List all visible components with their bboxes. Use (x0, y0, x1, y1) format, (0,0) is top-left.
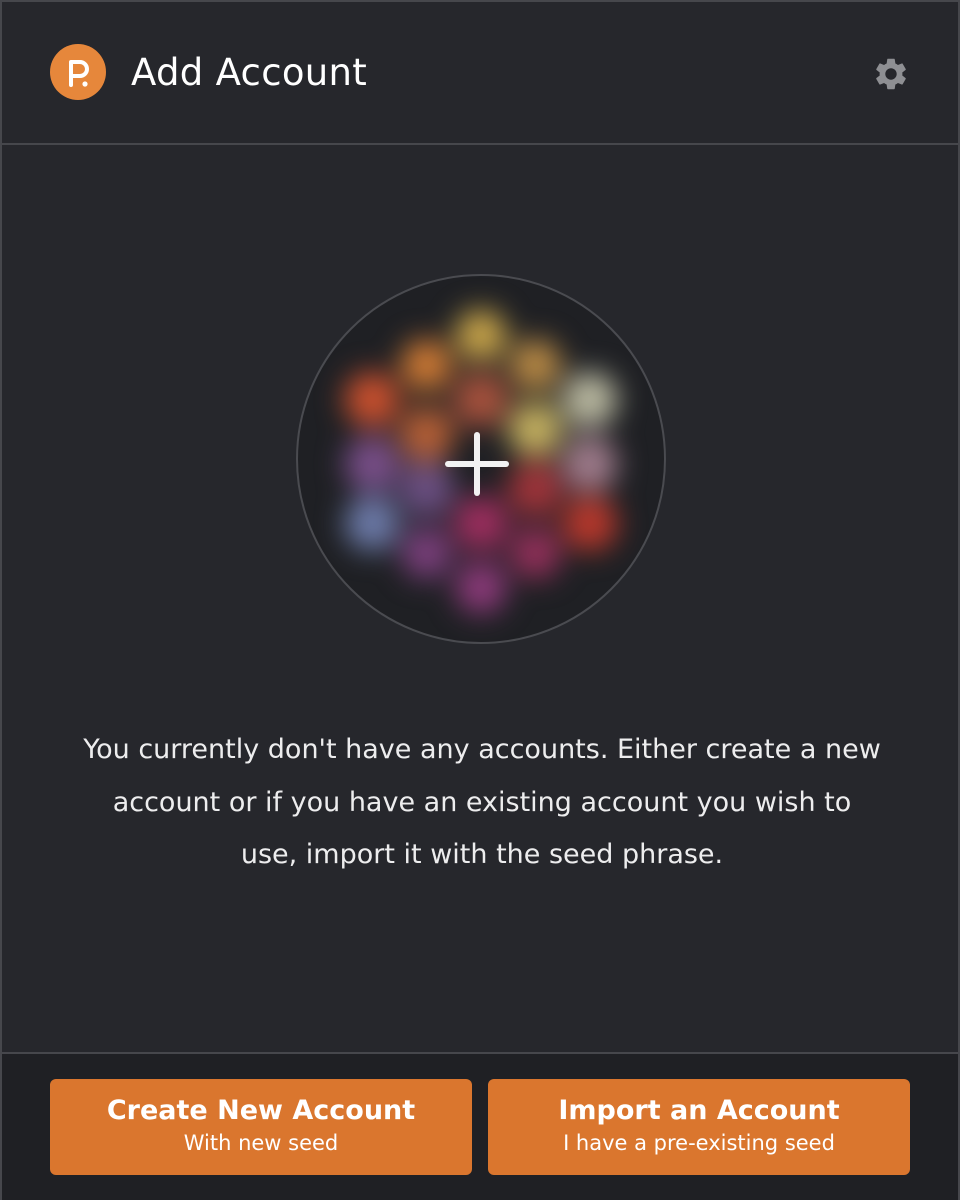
gear-icon[interactable] (872, 55, 910, 93)
popup-window: Add Account You currently don't have any… (0, 0, 960, 1200)
import-button-title: Import an Account (558, 1095, 840, 1126)
plus-icon (445, 432, 509, 496)
polkadot-logo-icon (50, 44, 106, 100)
page-title: Add Account (131, 51, 368, 94)
header: Add Account (2, 2, 958, 145)
create-new-account-button[interactable]: Create New Account With new seed (50, 1079, 472, 1175)
create-button-title: Create New Account (106, 1095, 416, 1126)
no-accounts-message: You currently don't have any accounts. E… (83, 734, 881, 870)
footer-actions: Create New Account With new seed Import … (2, 1052, 958, 1200)
add-account-circle[interactable] (296, 274, 666, 644)
create-button-subtitle: With new seed (183, 1131, 339, 1155)
import-button-subtitle: I have a pre-existing seed (563, 1131, 835, 1155)
import-account-button[interactable]: Import an Account I have a pre-existing … (488, 1079, 910, 1175)
